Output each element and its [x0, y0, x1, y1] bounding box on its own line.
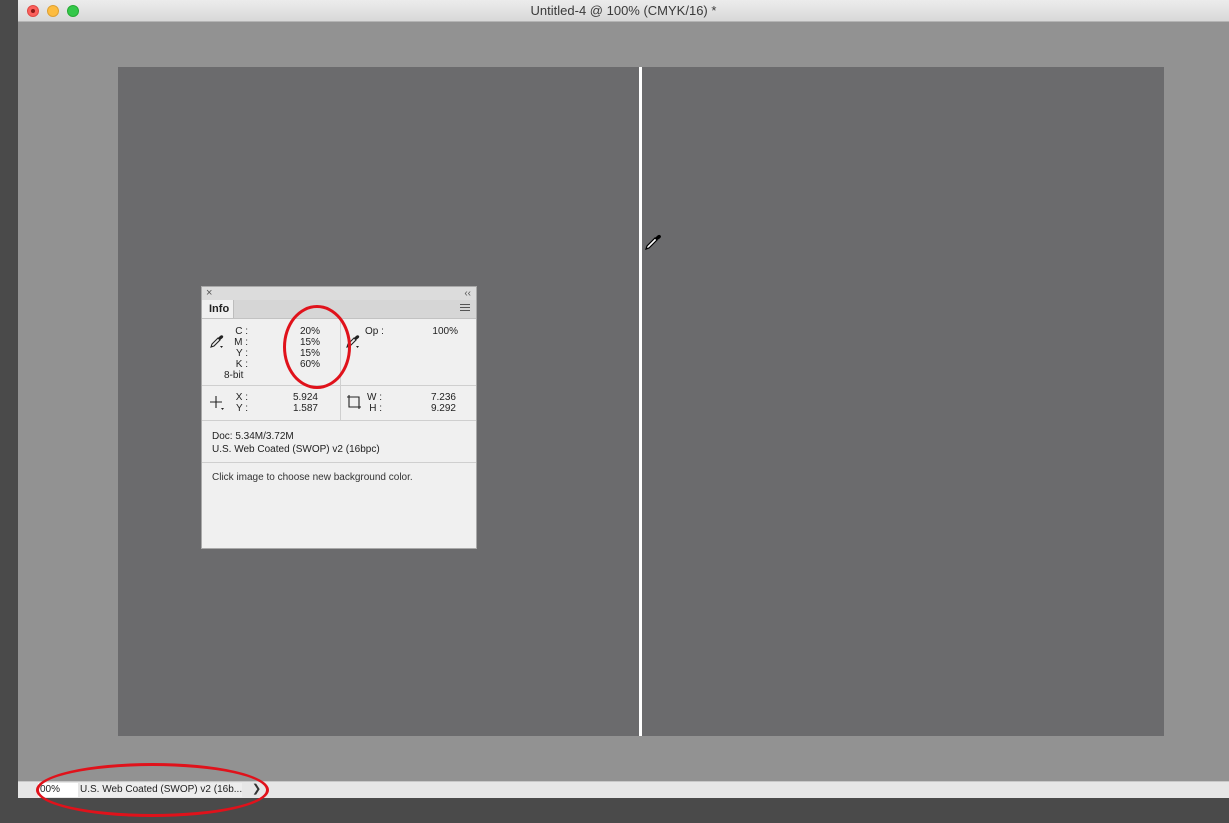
- magenta-label: M :: [234, 337, 248, 348]
- black-label: K :: [235, 359, 248, 370]
- cyan-label: C :: [235, 326, 248, 337]
- y-label: Y :: [235, 403, 248, 414]
- vertical-guide[interactable]: [639, 67, 642, 736]
- eyedropper-icon[interactable]: [209, 333, 225, 349]
- x-label: X :: [235, 392, 248, 403]
- selection-size-icon[interactable]: [346, 394, 362, 410]
- panel-close-icon[interactable]: ×: [206, 287, 212, 300]
- document-info-section: Doc: 5.34M/3.72M U.S. Web Coated (SWOP) …: [202, 421, 476, 463]
- width-label: W :: [367, 392, 382, 403]
- bit-depth-label[interactable]: 8-bit: [224, 370, 243, 381]
- height-value: 9.292: [430, 403, 456, 414]
- y-value: 1.587: [292, 403, 318, 414]
- title-bar[interactable]: Untitled-4 @ 100% (CMYK/16) *: [18, 0, 1229, 22]
- annotation-circle-cmyk-values: [283, 305, 351, 389]
- eyedropper-cursor-icon: [645, 234, 661, 250]
- panel-divider: [340, 386, 341, 420]
- doc-size-text: Doc: 5.34M/3.72M: [212, 431, 294, 442]
- tool-hint-text: Click image to choose new background col…: [212, 472, 413, 483]
- position-readout-section: X : Y : 5.924 1.587 W : H : 7.236 9.292: [202, 386, 476, 421]
- opacity-value: 100%: [432, 326, 458, 337]
- window-title: Untitled-4 @ 100% (CMYK/16) *: [530, 3, 717, 18]
- color-profile-text: U.S. Web Coated (SWOP) v2 (16bpc): [212, 444, 380, 455]
- panel-header[interactable]: × ‹‹: [202, 287, 476, 300]
- panel-collapse-icon[interactable]: ‹‹: [464, 287, 471, 300]
- document-window: Untitled-4 @ 100% (CMYK/16) * 00% U.S. W…: [18, 0, 1229, 798]
- height-label: H :: [369, 403, 382, 414]
- crosshair-icon[interactable]: [209, 395, 225, 411]
- opacity-label: Op :: [365, 326, 384, 337]
- annotation-circle-status-bar: [36, 763, 269, 817]
- panel-menu-icon[interactable]: [460, 304, 470, 313]
- width-value: 7.236: [430, 392, 456, 403]
- yellow-label: Y :: [235, 348, 248, 359]
- tab-info[interactable]: Info: [202, 300, 234, 318]
- x-value: 5.924: [292, 392, 318, 403]
